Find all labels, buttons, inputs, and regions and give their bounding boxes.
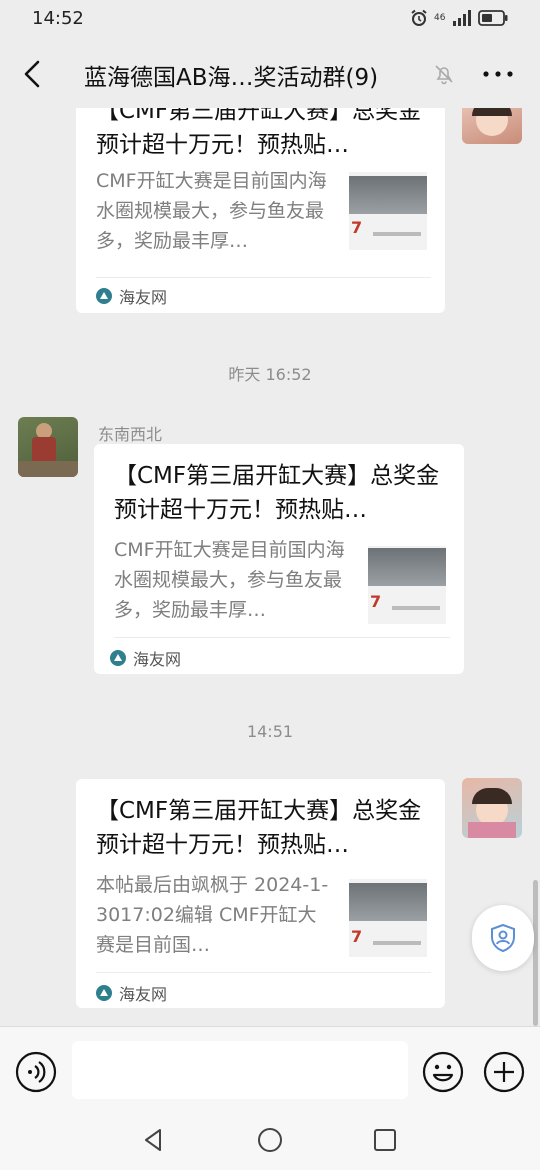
link-card[interactable]: 【CMF第三届开缸大赛】总奖金预计超十万元！预热贴… CMF开缸大赛是目前国内海… xyxy=(94,444,464,674)
scrollbar[interactable] xyxy=(533,880,538,1026)
card-description: 本帖最后由飒枫于 2024-1-3017:02编辑 CMF开缸大赛是目前国… xyxy=(96,874,329,956)
network-type: 46 xyxy=(434,12,446,23)
card-divider xyxy=(96,972,431,973)
thumbnail-digit: 7 xyxy=(370,592,382,611)
battery-icon xyxy=(478,10,508,26)
source-app-icon xyxy=(110,650,126,666)
thumbnail-digit: 7 xyxy=(351,218,363,237)
card-description: CMF开缸大赛是目前国内海水圈规模最大，参与鱼友最多，奖励最丰厚… xyxy=(96,170,327,252)
card-thumbnail: 7 xyxy=(349,879,427,957)
nav-back-icon[interactable] xyxy=(140,1126,168,1154)
message-time: 14:51 xyxy=(246,722,294,741)
thumbnail-digit: 7 xyxy=(351,927,363,946)
nav-home-icon[interactable] xyxy=(256,1126,284,1154)
alarm-icon xyxy=(411,9,427,26)
card-description: CMF开缸大赛是目前国内海水圈规模最大，参与鱼友最多，奖励最丰厚… xyxy=(114,539,345,621)
card-source-label: 海友网 xyxy=(133,650,182,669)
source-app-icon xyxy=(96,288,112,304)
system-navigation xyxy=(0,1114,540,1170)
card-thumbnail: 7 xyxy=(349,172,427,250)
chat-header: 蓝海德国AB海…奖活动群(9) xyxy=(0,40,540,108)
sender-name: 东南西北 xyxy=(98,425,163,444)
plus-icon[interactable] xyxy=(483,1051,525,1093)
shield-user-icon xyxy=(491,923,515,953)
card-title: 【CMF第三届开缸大赛】总奖金预计超十万元！预热贴… xyxy=(96,108,422,158)
voice-icon[interactable] xyxy=(15,1051,57,1093)
floating-action-button[interactable] xyxy=(472,905,534,971)
card-thumbnail: 7 xyxy=(368,546,446,624)
status-icons: 46 xyxy=(410,9,508,27)
status-time: 14:52 xyxy=(32,8,84,29)
card-title: 【CMF第三届开缸大赛】总奖金预计超十万元！预热贴… xyxy=(114,463,440,523)
source-app-icon xyxy=(96,985,112,1001)
card-source-label: 海友网 xyxy=(119,985,168,1004)
message-input[interactable] xyxy=(72,1041,408,1099)
avatar[interactable] xyxy=(462,108,522,144)
back-icon[interactable] xyxy=(18,58,48,90)
mute-icon xyxy=(435,65,453,85)
avatar[interactable] xyxy=(462,778,522,838)
emoji-icon[interactable] xyxy=(422,1051,464,1093)
card-title: 【CMF第三届开缸大赛】总奖金预计超十万元！预热贴… xyxy=(96,798,422,858)
page-title[interactable]: 蓝海德国AB海…奖活动群(9) xyxy=(84,58,378,92)
nav-recents-icon[interactable] xyxy=(371,1126,399,1154)
card-divider xyxy=(114,637,450,638)
more-icon[interactable] xyxy=(480,62,516,86)
link-card[interactable]: 【CMF第三届开缸大赛】总奖金预计超十万元！预热贴… CMF开缸大赛是目前国内海… xyxy=(76,108,445,313)
card-source: 海友网 xyxy=(110,646,181,670)
input-bar xyxy=(0,1026,540,1114)
link-card[interactable]: 【CMF第三届开缸大赛】总奖金预计超十万元！预热贴… 本帖最后由飒枫于 2024… xyxy=(76,779,445,1008)
card-source: 海友网 xyxy=(96,981,167,1005)
signal-icon xyxy=(453,10,471,26)
message-list[interactable]: 【CMF第三届开缸大赛】总奖金预计超十万元！预热贴… CMF开缸大赛是目前国内海… xyxy=(0,108,540,1026)
status-bar: 14:52 46 xyxy=(0,0,540,40)
card-source-label: 海友网 xyxy=(119,288,168,307)
avatar[interactable] xyxy=(18,417,78,477)
card-divider xyxy=(96,277,431,278)
card-source: 海友网 xyxy=(96,284,167,308)
message-time: 昨天 16:52 xyxy=(228,365,312,384)
